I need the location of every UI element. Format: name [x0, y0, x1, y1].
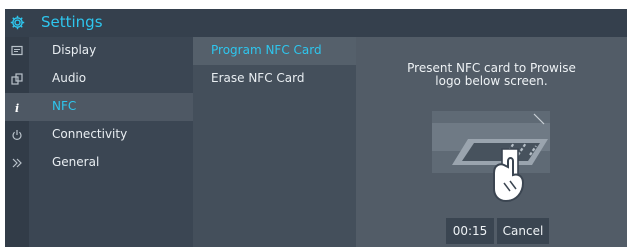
chevrons-right-icon — [12, 158, 22, 168]
cancel-button[interactable]: Cancel — [497, 218, 549, 244]
audio-icon — [11, 73, 23, 85]
page-title: Settings — [41, 13, 103, 31]
submenu-item-label: Erase NFC Card — [211, 71, 305, 85]
nav-item-connectivity[interactable]: Connectivity — [29, 121, 193, 149]
nfc-program-panel: Present NFC card to Prowise logo below s… — [356, 37, 627, 247]
nfc-submenu: Program NFC Card Erase NFC Card — [193, 37, 356, 247]
submenu-item-program-nfc-card[interactable]: Program NFC Card — [193, 37, 356, 65]
title-bar: Settings — [5, 9, 627, 37]
nav-item-label: General — [52, 155, 100, 169]
settings-nav: Display Audio NFC Connectivity General — [29, 37, 193, 247]
svg-text:i: i — [15, 102, 19, 113]
nav-item-audio[interactable]: Audio — [29, 65, 193, 93]
nav-item-label: Connectivity — [52, 127, 128, 141]
submenu-item-erase-nfc-card[interactable]: Erase NFC Card — [193, 65, 356, 93]
nav-item-general[interactable]: General — [29, 149, 193, 177]
countdown-timer: 00:15 — [446, 218, 494, 244]
nav-item-display[interactable]: Display — [29, 37, 193, 65]
rail-item-nfc[interactable]: i — [5, 93, 29, 121]
rail-item-connectivity[interactable] — [5, 121, 29, 149]
submenu-item-label: Program NFC Card — [211, 43, 322, 57]
nav-item-label: Display — [52, 43, 97, 57]
info-icon: i — [15, 102, 19, 113]
rail-item-general[interactable] — [5, 149, 29, 177]
nav-item-label: Audio — [52, 71, 87, 85]
display-icon — [11, 45, 23, 56]
rail-item-audio[interactable] — [5, 65, 29, 93]
icon-rail: i — [5, 37, 29, 247]
gear-icon — [10, 15, 25, 30]
nav-item-label: NFC — [52, 99, 77, 113]
nfc-card-illustration — [432, 111, 550, 203]
rail-item-display[interactable] — [5, 37, 29, 65]
nav-item-nfc[interactable]: NFC — [29, 93, 193, 121]
power-icon — [12, 130, 22, 140]
settings-window: Settings i Display Audio NFC Connectivit… — [5, 9, 627, 247]
instruction-text: Present NFC card to Prowise logo below s… — [407, 61, 576, 88]
